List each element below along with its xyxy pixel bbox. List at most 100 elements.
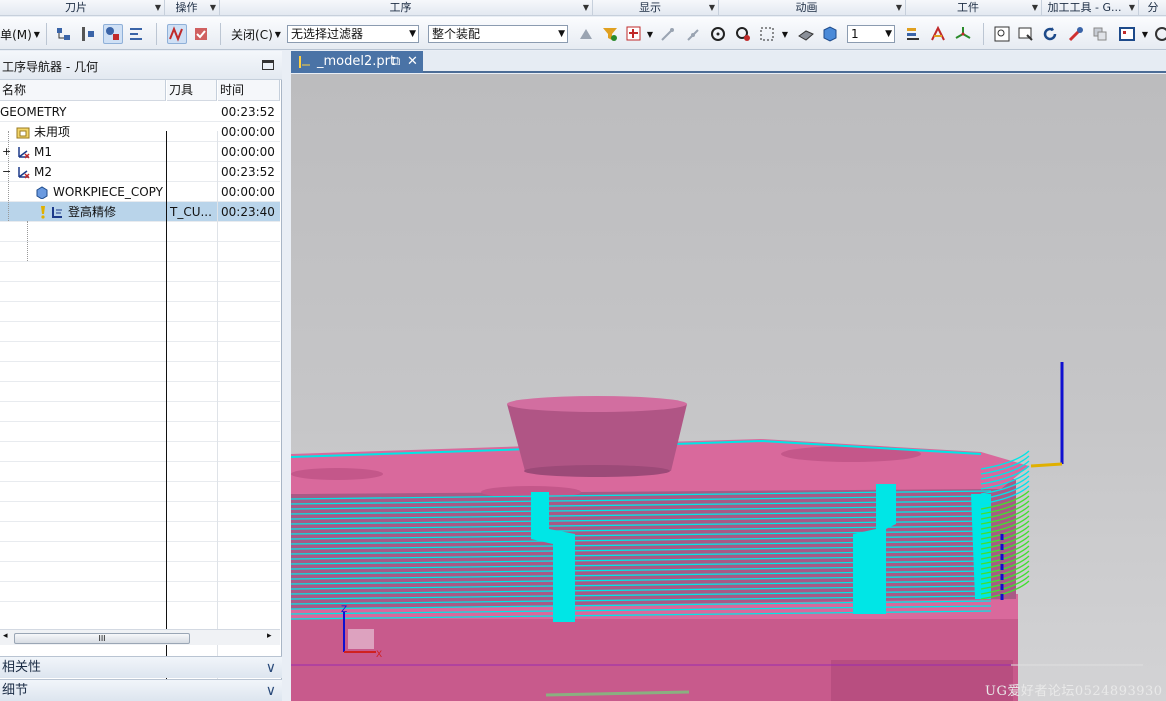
menu-button[interactable]: 单(M) ▼ <box>0 23 40 45</box>
chevron-down-icon[interactable]: ▼ <box>583 0 589 16</box>
graphics-viewport[interactable]: Z X <box>291 74 1166 701</box>
method-view-button[interactable] <box>127 24 147 44</box>
empty-row <box>0 482 280 502</box>
ribbon-group-machining-tools[interactable]: 加工工具 - G... ▼ <box>1043 0 1139 16</box>
selection-filter-value: 无选择过滤器 <box>291 27 364 41</box>
column-divider <box>166 131 167 682</box>
svg-text:Z: Z <box>341 605 347 615</box>
svg-text:X: X <box>376 650 382 660</box>
ribbon-group-operation[interactable]: 操作 ▼ <box>166 0 220 16</box>
expand-icon[interactable]: + <box>2 142 11 162</box>
empty-row <box>0 302 280 322</box>
view-triad-button[interactable] <box>1090 24 1110 44</box>
solid-view-button[interactable] <box>820 24 840 44</box>
wcs-display-button[interactable] <box>928 24 948 44</box>
snap-center-button[interactable] <box>708 24 728 44</box>
ribbon-group-label: 动画 <box>795 1 818 14</box>
mcs-icon <box>18 147 30 159</box>
scrollbar-thumb[interactable]: III <box>14 633 190 644</box>
tree-row-m2[interactable]: − M2 00:23:52 <box>0 162 280 182</box>
selection-filter-combo[interactable]: 无选择过滤器 ▼ <box>287 25 419 43</box>
geometry-view-button[interactable] <box>103 24 123 44</box>
row-time: 00:00:00 <box>221 145 275 159</box>
popout-icon[interactable]: ⧉ <box>391 51 400 73</box>
file-tab[interactable]: _model2.prt ⧉ ✕ <box>291 51 423 73</box>
part-scene[interactable]: Z X <box>291 74 1166 701</box>
more-tools-button[interactable] <box>1152 24 1166 44</box>
tree-guide-line <box>8 131 9 221</box>
empty-row <box>0 282 280 302</box>
chevron-down-icon[interactable]: ▼ <box>896 0 902 16</box>
dependencies-panel[interactable]: 相关性 ∨ <box>0 656 282 678</box>
pocket-ellipse <box>291 468 383 480</box>
navigator-header: 工序导航器 - 几何 <box>0 51 282 80</box>
quantity-combo[interactable]: 1 ▼ <box>847 25 895 43</box>
shaded-view-icon <box>798 30 814 41</box>
cone-boss-base <box>524 465 670 477</box>
collapse-icon[interactable]: − <box>2 162 11 182</box>
scroll-left-icon[interactable]: ◂ <box>3 631 8 641</box>
selection-scope-combo[interactable]: 整个装配 ▼ <box>428 25 568 43</box>
ribbon-group-analysis[interactable]: 分 <box>1140 0 1166 16</box>
column-header-name[interactable]: 名称 <box>0 80 166 101</box>
zoom-window-button[interactable] <box>1016 24 1036 44</box>
layer-settings-button[interactable] <box>903 24 923 44</box>
ribbon-group-animation[interactable]: 动画 ▼ <box>720 0 906 16</box>
chevron-down-icon: ▼ <box>558 29 565 39</box>
close-icon[interactable]: ✕ <box>407 51 418 73</box>
machine-tool-view-button[interactable] <box>78 24 98 44</box>
tree-row-unused[interactable]: 未用项 00:00:00 <box>0 122 280 142</box>
part-file-icon <box>299 56 310 68</box>
box-select-button[interactable] <box>757 24 777 44</box>
verify-toolpath-icon <box>195 28 207 40</box>
chevron-down-icon[interactable]: ▼ <box>1032 0 1038 16</box>
close-menu-button[interactable]: 关闭(C) ▼ <box>230 23 282 45</box>
shaded-view-button[interactable] <box>796 24 816 44</box>
layout-button[interactable] <box>1117 24 1137 44</box>
row-name: 未用项 <box>34 125 71 139</box>
view-triad-icon <box>1093 27 1107 41</box>
empty-row <box>0 342 280 362</box>
chevron-down-icon[interactable]: ▼ <box>1129 0 1135 16</box>
empty-row <box>0 362 280 382</box>
chevron-down-icon[interactable]: ∨ <box>266 680 276 701</box>
program-order-view-button[interactable] <box>54 24 74 44</box>
ribbon-group-workpiece[interactable]: 工件 ▼ <box>907 0 1042 16</box>
scroll-right-icon[interactable]: ▸ <box>267 631 272 641</box>
csys-button[interactable] <box>953 24 973 44</box>
rotate-view-button[interactable] <box>1040 24 1060 44</box>
ribbon-group-display[interactable]: 显示 ▼ <box>594 0 719 16</box>
maximize-icon[interactable] <box>262 60 274 70</box>
pan-view-button[interactable] <box>1066 24 1086 44</box>
snap-intersection-button[interactable] <box>733 24 753 44</box>
empty-row <box>0 262 280 282</box>
chevron-down-icon[interactable]: ▼ <box>1141 23 1149 45</box>
tree-row-m1[interactable]: + M1 00:00:00 <box>0 142 280 162</box>
tree-row-zlevel-finish[interactable]: 登高精修 T_CU... 00:23:40 <box>0 202 280 222</box>
snap-end-button[interactable] <box>658 24 678 44</box>
filter-button[interactable] <box>600 24 620 44</box>
chevron-down-icon[interactable]: ▼ <box>646 23 654 45</box>
snap-point-button[interactable] <box>576 24 596 44</box>
generate-toolpath-button[interactable] <box>167 24 187 44</box>
empty-row <box>0 562 280 582</box>
select-point-icon <box>626 26 641 41</box>
row-time: 00:23:52 <box>221 105 275 119</box>
chevron-down-icon[interactable]: ▼ <box>709 0 715 16</box>
chevron-down-icon[interactable]: ▼ <box>210 0 216 16</box>
column-header-time[interactable]: 时间 <box>218 80 280 101</box>
select-point-button[interactable] <box>624 24 644 44</box>
ribbon-group-insert[interactable]: 刀片 ▼ <box>0 0 165 16</box>
chevron-down-icon[interactable]: ∨ <box>266 657 276 679</box>
tree-row-workpiece-copy[interactable]: WORKPIECE_COPY 00:00:00 <box>0 182 280 202</box>
chevron-down-icon[interactable]: ▼ <box>155 0 161 16</box>
tree-row-geometry[interactable]: GEOMETRY 00:23:52 <box>0 102 280 122</box>
details-panel[interactable]: 细节 ∨ <box>0 679 282 701</box>
column-header-tool[interactable]: 刀具 <box>167 80 217 101</box>
chevron-down-icon[interactable]: ▼ <box>781 23 789 45</box>
snap-mid-button[interactable] <box>684 24 704 44</box>
fit-view-button[interactable] <box>992 24 1012 44</box>
verify-toolpath-button[interactable] <box>191 24 211 44</box>
ribbon-group-process[interactable]: 工序 ▼ <box>221 0 593 16</box>
horizontal-scrollbar[interactable]: ◂ III ▸ <box>0 629 280 645</box>
